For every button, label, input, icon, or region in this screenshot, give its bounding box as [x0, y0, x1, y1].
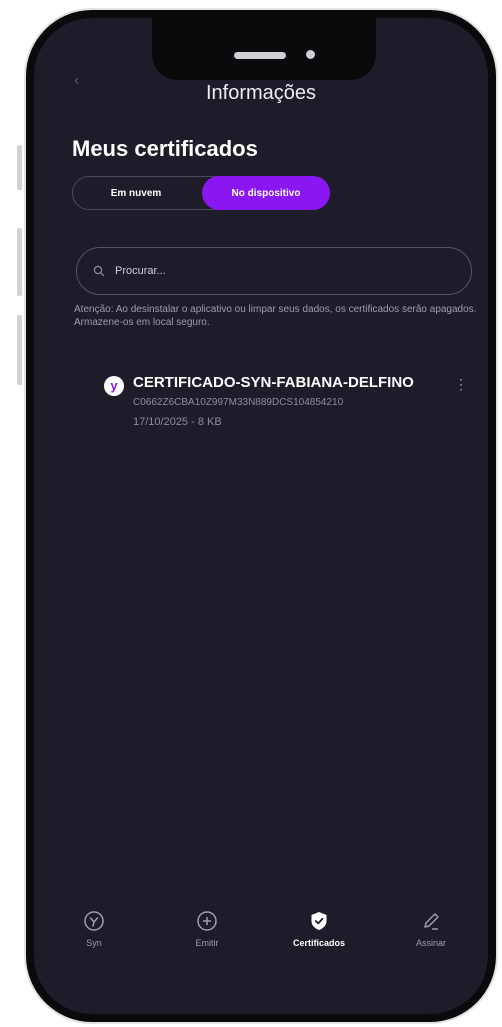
nav-item-syn[interactable]: Syn: [59, 910, 129, 948]
certificate-item[interactable]: y CERTIFICADO-SYN-FABIANA-DELFINO C0662Z…: [104, 374, 468, 434]
syn-logo-icon: y: [104, 376, 124, 396]
search-icon: [93, 265, 105, 277]
nav-item-certificados[interactable]: Certificados: [284, 910, 354, 948]
speaker-grille: [234, 52, 286, 59]
syn-logo-icon: [84, 911, 104, 931]
nav-item-assinar[interactable]: Assinar: [396, 910, 466, 948]
pen-icon: [424, 913, 439, 930]
plus-circle-icon: [197, 911, 217, 931]
phone-notch: [152, 18, 376, 80]
nav-item-emitir[interactable]: Emitir: [172, 910, 242, 948]
front-camera: [306, 50, 315, 59]
certificate-date-size: 17/10/2025 - 8 KB: [133, 416, 222, 428]
header-title: Informações: [205, 82, 317, 104]
certificate-name: CERTIFICADO-SYN-FABIANA-DELFINO: [133, 374, 414, 391]
nav-label: Certificados: [292, 938, 345, 948]
nav-label: Emitir: [195, 938, 219, 948]
phone-frame: ‹ Informações Meus certificados Em nuvem…: [26, 10, 496, 1022]
more-vertical-icon[interactable]: ⋮: [454, 374, 468, 394]
tab-label: Em nuvem: [110, 187, 162, 199]
tab-no-dispositivo[interactable]: No dispositivo: [202, 176, 330, 210]
volume-down-button: [17, 315, 22, 385]
search-input[interactable]: [113, 264, 437, 278]
search-bar[interactable]: [76, 247, 472, 295]
page-title: Meus certificados: [72, 136, 258, 161]
warning-notice: Atenção: Ao desinstalar o aplicativo ou …: [74, 304, 477, 328]
volume-up-button: [17, 228, 22, 296]
nav-label: Assinar: [415, 938, 446, 948]
app-screen: ‹ Informações Meus certificados Em nuvem…: [34, 18, 488, 1014]
shield-check-icon: [311, 912, 327, 930]
certificate-serial: C0662Z6CBA10Z997M33N889DCS104854210: [133, 397, 344, 408]
nav-label: Syn: [86, 938, 102, 948]
bottom-navigation: Syn Emitir Certificados Assinar: [34, 910, 488, 970]
silent-switch: [17, 145, 22, 190]
tab-label: No dispositivo: [231, 187, 301, 199]
